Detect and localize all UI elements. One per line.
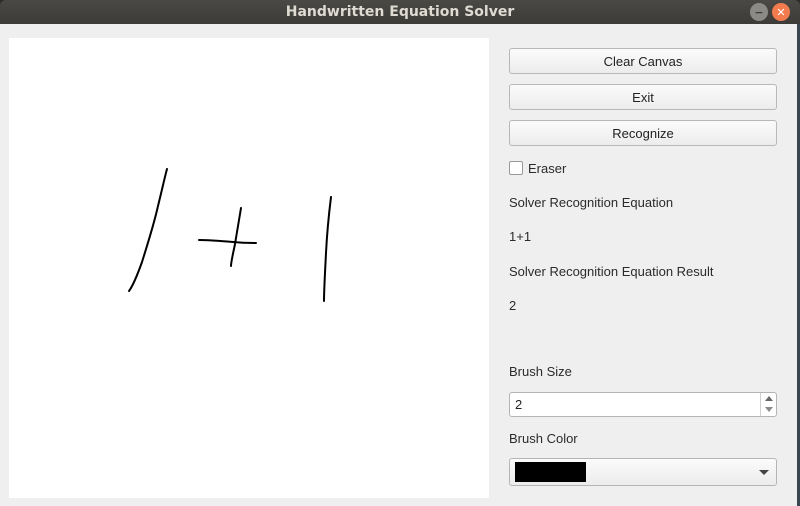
exit-button[interactable]: Exit [509,84,777,110]
result-heading: Solver Recognition Equation Result [509,264,714,279]
recognize-button[interactable]: Recognize [509,120,777,146]
window-titlebar: Handwritten Equation Solver − ✕ [0,0,800,24]
minimize-icon: − [754,5,764,19]
spin-up-icon[interactable] [765,396,773,401]
brush-size-value[interactable]: 2 [515,397,522,412]
stroke-plus-vertical [230,207,242,267]
eraser-checkbox[interactable] [509,161,523,175]
brush-color-dropdown[interactable] [509,458,777,486]
brush-color-label: Brush Color [509,431,578,446]
close-button[interactable]: ✕ [772,3,790,21]
eraser-label[interactable]: Eraser [528,161,566,176]
equation-value: 1+1 [509,229,532,244]
chevron-down-icon [759,470,769,475]
spinbox-arrows [760,393,776,416]
stroke-plus-horizontal [198,239,257,244]
drawing-canvas[interactable] [9,38,489,498]
minimize-button[interactable]: − [750,3,768,21]
stroke-digit-one-left [128,168,168,292]
stroke-digit-one-right [323,196,332,302]
main-window: Clear Canvas Exit Recognize Eraser Solve… [0,24,797,506]
handwriting-strokes [128,168,332,302]
equation-heading: Solver Recognition Equation [509,195,674,210]
brush-size-label: Brush Size [509,364,572,379]
close-icon: ✕ [776,5,786,19]
color-swatch [515,462,586,482]
brush-size-spinbox[interactable]: 2 [509,392,777,417]
clear-canvas-button[interactable]: Clear Canvas [509,48,777,74]
window-controls: − ✕ [750,3,790,21]
result-value: 2 [509,298,517,313]
window-title: Handwritten Equation Solver [285,4,515,20]
spin-down-icon[interactable] [765,407,773,412]
